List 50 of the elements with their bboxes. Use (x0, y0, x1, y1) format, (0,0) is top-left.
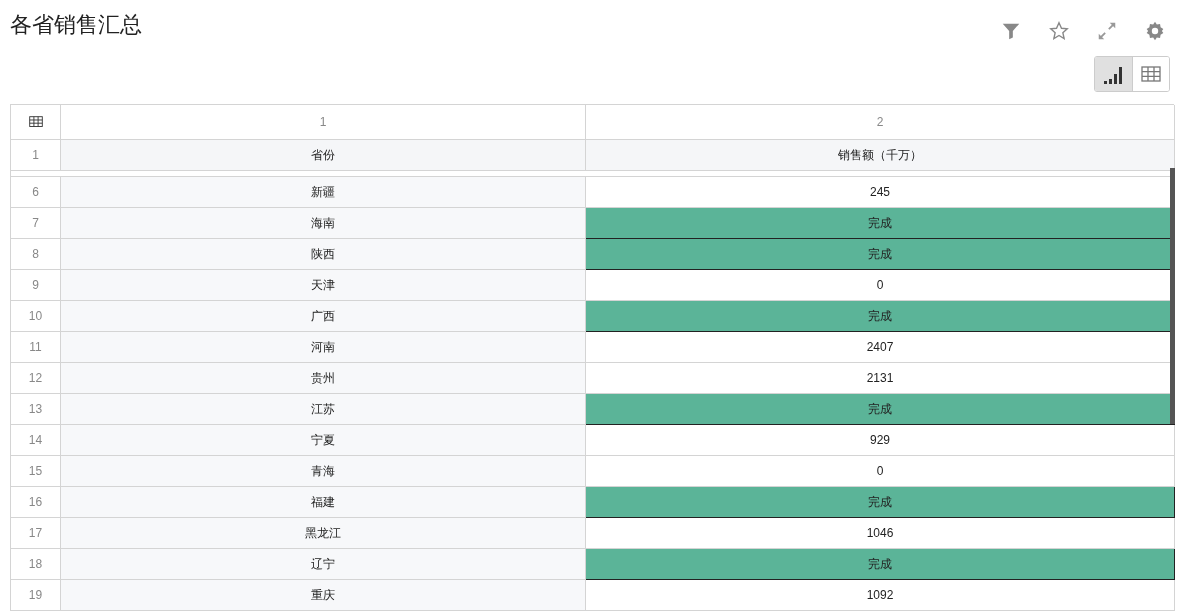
expand-icon[interactable] (1096, 20, 1118, 42)
row-number: 1 (11, 140, 61, 171)
table-cell: 1092 (586, 580, 1175, 611)
row-number: 9 (11, 270, 61, 301)
table-cell: 河南 (61, 332, 586, 363)
table-cell: 新疆 (61, 177, 586, 208)
table-cell: 福建 (61, 487, 586, 518)
table-cell: 0 (586, 456, 1175, 487)
bar-chart-icon (1102, 64, 1125, 84)
row-number: 6 (11, 177, 61, 208)
row-number: 8 (11, 239, 61, 270)
row-number: 7 (11, 208, 61, 239)
table-cell: 黑龙江 (61, 518, 586, 549)
table-cell: 完成 (586, 394, 1175, 425)
row-number: 16 (11, 487, 61, 518)
table-icon (1141, 66, 1161, 82)
table-cell: 完成 (586, 549, 1175, 580)
scrollbar-thumb[interactable] (1170, 168, 1175, 424)
row-number: 17 (11, 518, 61, 549)
table-cell: 江苏 (61, 394, 586, 425)
table-cell: 贵州 (61, 363, 586, 394)
settings-icon[interactable] (1144, 20, 1166, 42)
table-cell: 天津 (61, 270, 586, 301)
row-number: 11 (11, 332, 61, 363)
column-header: 销售额（千万） (586, 140, 1175, 171)
row-number: 10 (11, 301, 61, 332)
table-cell: 929 (586, 425, 1175, 456)
column-number: 1 (61, 105, 586, 140)
row-number: 13 (11, 394, 61, 425)
row-number: 18 (11, 549, 61, 580)
table-cell: 海南 (61, 208, 586, 239)
table-cell: 辽宁 (61, 549, 586, 580)
table-icon (28, 116, 43, 128)
page-title: 各省销售汇总 (10, 11, 142, 39)
table-cell: 宁夏 (61, 425, 586, 456)
row-number: 15 (11, 456, 61, 487)
row-number: 12 (11, 363, 61, 394)
column-number: 2 (586, 105, 1175, 140)
table-cell: 广西 (61, 301, 586, 332)
table-view-button[interactable] (1132, 57, 1169, 91)
chart-view-button[interactable] (1095, 57, 1132, 91)
table-cell: 陕西 (61, 239, 586, 270)
table-cell: 重庆 (61, 580, 586, 611)
star-icon[interactable] (1048, 20, 1070, 42)
row-number: 14 (11, 425, 61, 456)
table-cell: 完成 (586, 487, 1175, 518)
table-cell: 1046 (586, 518, 1175, 549)
table-cell: 青海 (61, 456, 586, 487)
column-header: 省份 (61, 140, 586, 171)
row-number: 19 (11, 580, 61, 611)
